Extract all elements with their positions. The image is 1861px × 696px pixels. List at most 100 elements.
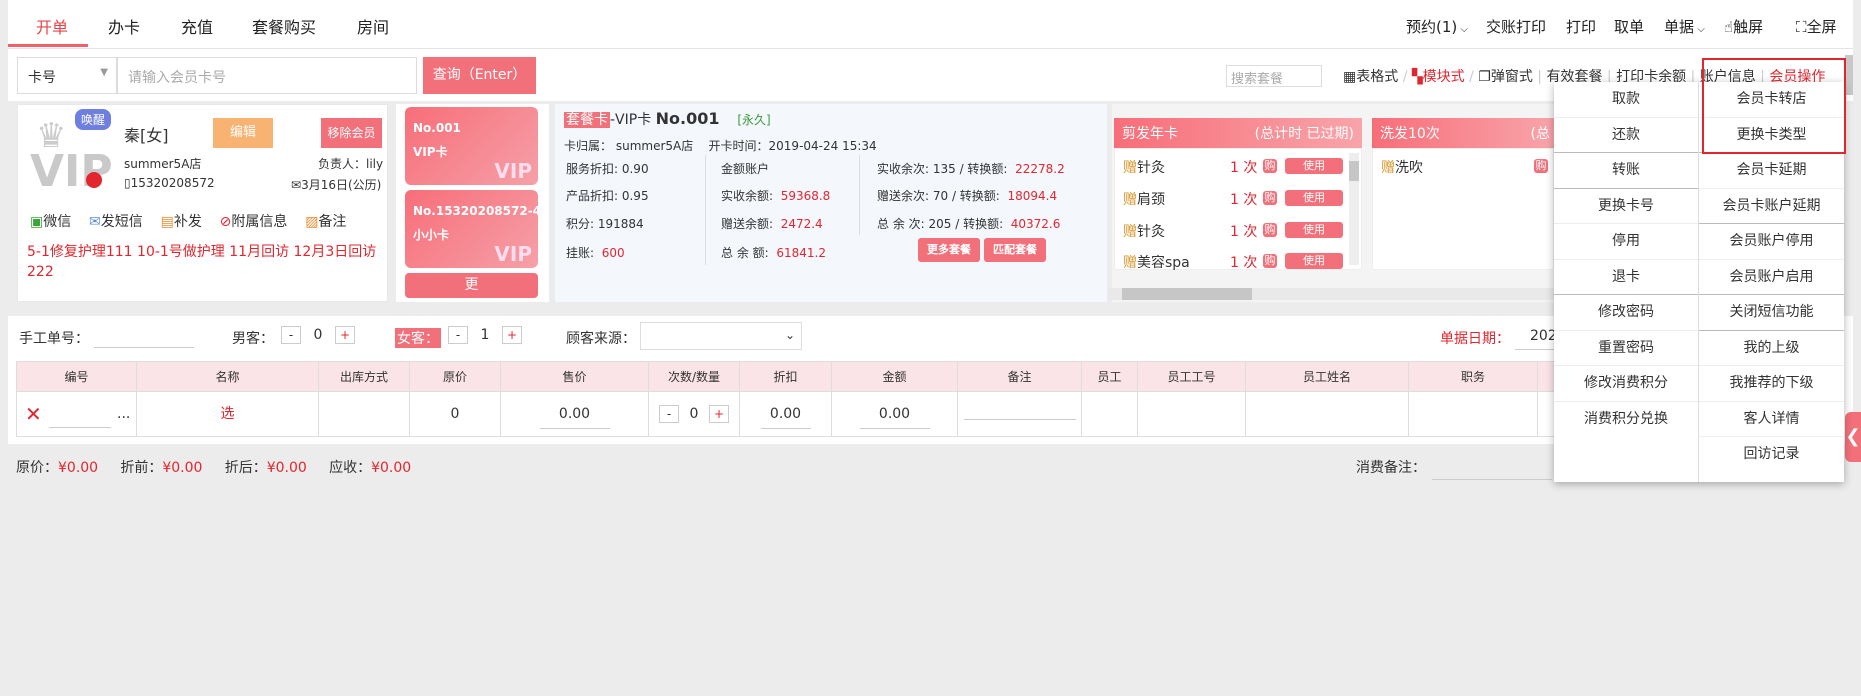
divider: [859, 155, 860, 235]
menu-item-refund-card[interactable]: 退卡: [1554, 260, 1698, 295]
appointment-dropdown[interactable]: 预约(1) ⌵: [1406, 16, 1468, 37]
more-button[interactable]: ...: [117, 392, 130, 437]
code-input[interactable]: [49, 402, 111, 428]
popup-icon: ❐: [1478, 69, 1491, 85]
increment-button[interactable]: +: [335, 326, 355, 344]
tab-package-buy[interactable]: 套餐购买: [252, 14, 316, 38]
money-account-label: 金额账户: [721, 162, 770, 176]
tab-open-order[interactable]: 开单: [36, 14, 68, 38]
menu-item-repay[interactable]: 还款: [1554, 118, 1698, 153]
amount-cell[interactable]: 0.00: [832, 392, 958, 437]
note-icon: ▨: [305, 214, 319, 230]
use-button[interactable]: 使用: [1285, 158, 1343, 174]
touch-mode-button[interactable]: ☝触屏: [1724, 16, 1763, 37]
menu-item-my-superior[interactable]: 我的上级: [1699, 331, 1844, 366]
note-button[interactable]: ▨备注: [305, 214, 346, 230]
select-item-link[interactable]: 选: [137, 392, 319, 437]
female-stepper: -1 +: [448, 326, 525, 346]
more-packages-button[interactable]: 更多套餐: [918, 238, 980, 262]
menu-item-redeem-points[interactable]: 消费积分兑换: [1554, 402, 1698, 438]
column-header: 售价: [501, 362, 649, 392]
side-panel-toggle[interactable]: ❮: [1845, 412, 1861, 462]
scrollbar[interactable]: [1845, 55, 1853, 95]
menu-item-edit-points[interactable]: 修改消费积分: [1554, 366, 1698, 402]
edit-member-button[interactable]: 编辑: [213, 118, 273, 148]
extra-info-button[interactable]: ⊘附属信息: [220, 214, 288, 230]
increment-button[interactable]: +: [709, 405, 729, 423]
member-owner: 负责人：lily: [318, 157, 384, 171]
table-view-link[interactable]: ▦表格式: [1343, 69, 1398, 85]
menu-item-account-extend[interactable]: 会员卡账户延期: [1699, 189, 1844, 224]
popup-view-link[interactable]: ❐弹窗式: [1478, 69, 1533, 85]
reissue-button[interactable]: ▤补发: [161, 214, 202, 230]
date-input[interactable]: 202: [1515, 324, 1557, 350]
horizontal-scrollbar[interactable]: [1108, 288, 1555, 300]
menu-item-transfer[interactable]: 转账: [1554, 153, 1698, 189]
wake-badge[interactable]: 唤醒: [75, 109, 112, 130]
buy-button[interactable]: 购: [1263, 223, 1277, 237]
manual-no-label: 手工单号：: [19, 331, 89, 347]
package-search-input[interactable]: 搜索套餐: [1226, 65, 1322, 87]
take-order-button[interactable]: 取单: [1614, 16, 1644, 37]
sms-button[interactable]: ✉发短信: [89, 214, 143, 230]
remark-cell[interactable]: [958, 392, 1082, 437]
order-table: 编号 名称 出库方式 原价 售价 次数/数量 折扣 金额 备注 员工 员工工号 …: [16, 361, 1557, 437]
manual-no-input[interactable]: [94, 324, 194, 348]
menu-item-change-card-no[interactable]: 更换卡号: [1554, 189, 1698, 224]
card-item[interactable]: No.001 VIP卡 VIP: [405, 107, 538, 185]
discount-cell[interactable]: 0.00: [740, 392, 832, 437]
card-item[interactable]: No.15320208572-4 小小卡 VIP: [405, 190, 538, 268]
package-item: 赠美容spa 1 次购使用: [1123, 252, 1343, 270]
menu-item-visit-records[interactable]: 回访记录: [1699, 437, 1844, 473]
fullscreen-button[interactable]: ⛶全屏: [1796, 16, 1837, 37]
decrement-button[interactable]: -: [659, 405, 679, 423]
highlight-box: [1702, 58, 1846, 154]
match-packages-button[interactable]: 匹配套餐: [984, 238, 1046, 262]
query-button[interactable]: 查询（Enter）: [423, 57, 536, 94]
buy-button[interactable]: 购: [1534, 159, 1548, 173]
remark-input[interactable]: [1432, 452, 1552, 480]
search-type-select[interactable]: 卡号 ▼: [17, 57, 117, 94]
decrement-button[interactable]: -: [281, 326, 301, 344]
service-discount: 服务折扣: 0.90: [566, 162, 649, 176]
qty-cell: -0 +: [649, 392, 740, 437]
price-cell[interactable]: 0.00: [501, 392, 649, 437]
block-view-link[interactable]: ▚模块式: [1412, 69, 1465, 85]
use-button[interactable]: 使用: [1285, 222, 1343, 238]
menu-item-card-extend[interactable]: 会员卡延期: [1699, 153, 1844, 189]
member-card-input[interactable]: 请输入会员卡号: [117, 57, 417, 94]
use-button[interactable]: 使用: [1285, 190, 1343, 206]
delete-icon[interactable]: ✕: [25, 402, 42, 426]
docs-dropdown[interactable]: 单据 ⌵: [1664, 16, 1705, 37]
gift-balance: 赠送余额: 2472.4: [721, 217, 823, 231]
tab-recharge[interactable]: 充值: [181, 14, 213, 38]
wechat-button[interactable]: ▣微信: [30, 214, 71, 230]
tab-room[interactable]: 房间: [357, 14, 389, 38]
menu-item-reset-password[interactable]: 重置密码: [1554, 331, 1698, 366]
menu-item-close-sms[interactable]: 关闭短信功能: [1699, 295, 1844, 331]
menu-item-withdraw[interactable]: 取款: [1554, 82, 1698, 118]
orig-price-cell: 0: [410, 392, 501, 437]
menu-item-guest-details[interactable]: 客人详情: [1699, 402, 1844, 437]
menu-item-account-enable[interactable]: 会员账户启用: [1699, 260, 1844, 295]
scrollbar[interactable]: [1349, 153, 1359, 265]
column-header: 编号: [17, 362, 137, 392]
remove-member-button[interactable]: 移除会员: [321, 118, 382, 148]
menu-item-my-referrals[interactable]: 我推荐的下级: [1699, 366, 1844, 402]
menu-item-change-password[interactable]: 修改密码: [1554, 295, 1698, 331]
active-tab-underline: [8, 44, 88, 47]
menu-item-account-disable[interactable]: 会员账户停用: [1699, 224, 1844, 260]
buy-button[interactable]: 购: [1263, 159, 1277, 173]
tab-card[interactable]: 办卡: [108, 14, 140, 38]
shift-print-button[interactable]: 交账打印: [1486, 16, 1546, 37]
buy-button[interactable]: 购: [1263, 191, 1277, 205]
column-header: 金额: [832, 362, 958, 392]
more-cards-button[interactable]: 更: [405, 273, 538, 298]
menu-item-disable[interactable]: 停用: [1554, 224, 1698, 260]
decrement-button[interactable]: -: [448, 326, 468, 344]
print-button[interactable]: 打印: [1566, 16, 1596, 37]
buy-button[interactable]: 购: [1263, 254, 1277, 268]
increment-button[interactable]: +: [502, 326, 522, 344]
source-select[interactable]: ⌄: [640, 322, 802, 350]
use-button[interactable]: 使用: [1285, 253, 1343, 269]
